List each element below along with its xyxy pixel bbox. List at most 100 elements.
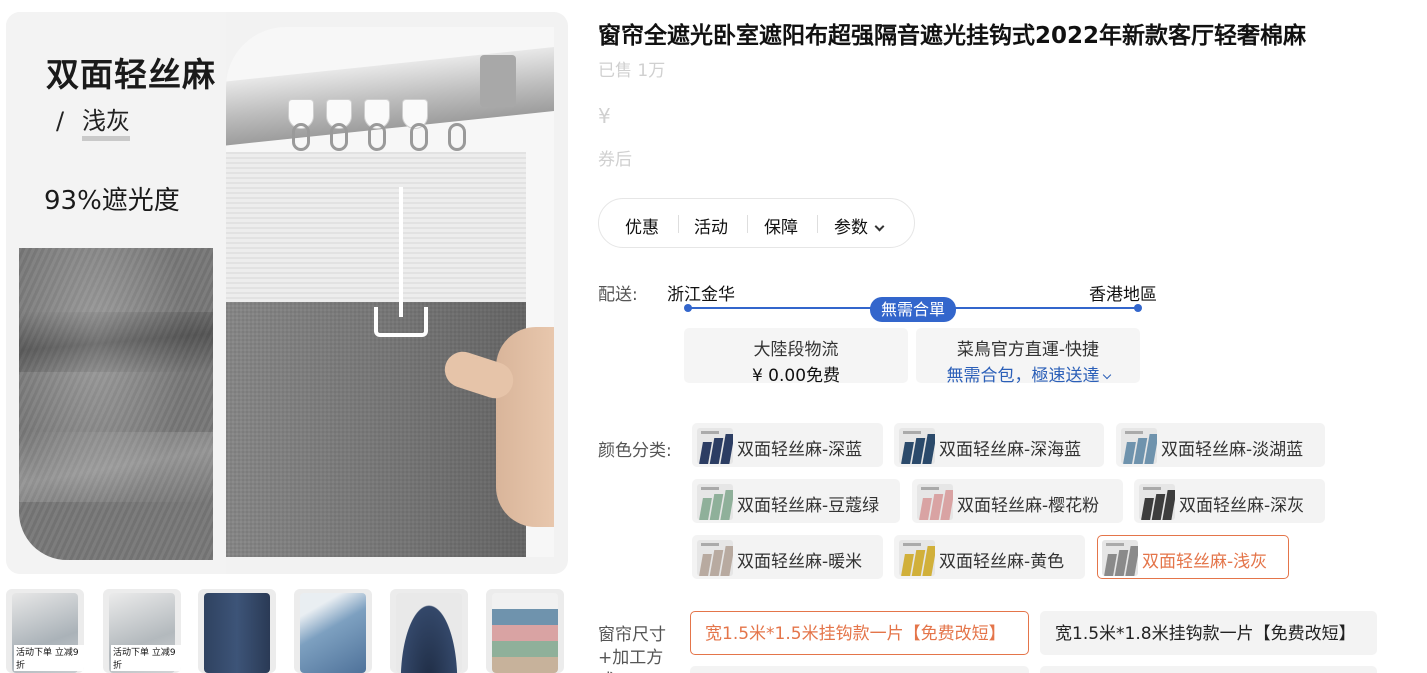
color-option-1[interactable]: 双面轻丝麻-深蓝: [692, 423, 883, 467]
fabric-fold-highlight: [19, 432, 213, 502]
cainiao-direct-title: 菜鳥官方直運-快捷: [956, 340, 1100, 360]
fabric-swatch-image: [19, 248, 213, 560]
hero-shading-rate: 93%遮光度: [44, 186, 180, 216]
swatch-header-mark: [903, 431, 921, 434]
color-option-label: 双面轻丝麻-深灰: [1179, 496, 1305, 516]
cainiao-direct-box[interactable]: 菜鳥官方直運-快捷 無需合包，極速送達: [916, 328, 1140, 386]
tab-params-label: 参数: [834, 218, 868, 238]
swatch-header-mark: [903, 543, 921, 546]
thumbnail-image: [300, 593, 366, 673]
thumbnail-6[interactable]: [486, 589, 564, 673]
hero-title: 双面轻丝麻: [46, 55, 216, 94]
color-option-3[interactable]: 双面轻丝麻-淡湖蓝: [1116, 423, 1325, 467]
hero-slash: /: [56, 107, 65, 135]
thumbnail-caption: 活动下单 立减9折: [14, 645, 84, 671]
color-swatch-thumb: [697, 484, 733, 520]
thumbnail-image: [204, 593, 270, 673]
color-option-label: 双面轻丝麻-深海蓝: [939, 440, 1082, 460]
color-option-label: 双面轻丝麻-豆蔻绿: [737, 496, 880, 516]
product-title: 窗帘全遮光卧室遮阳布超强隔音遮光挂钩式2022年新款客厅轻奢棉麻: [598, 23, 1307, 49]
hero-color-name: 浅灰: [82, 106, 130, 141]
route-end-dot: [1134, 304, 1142, 312]
color-option-5[interactable]: 双面轻丝麻-樱花粉: [912, 479, 1123, 523]
info-tabs: 优惠 活动 保障 参数: [598, 198, 915, 248]
thumbnail-caption: 活动下单 立减9折: [111, 645, 181, 671]
hook-ring: [368, 123, 386, 151]
color-option-label: 双面轻丝麻-淡湖蓝: [1161, 440, 1304, 460]
color-option-4[interactable]: 双面轻丝麻-豆蔻绿: [692, 479, 900, 523]
thumbnail-2[interactable]: 活动下单 立减9折: [103, 589, 181, 673]
cainiao-direct-detail[interactable]: 無需合包，極速送達: [916, 361, 1140, 386]
tab-discounts[interactable]: 优惠: [625, 213, 659, 238]
swatch-header-mark: [701, 487, 719, 490]
tab-activities[interactable]: 活动: [694, 213, 728, 238]
color-option-label: 双面轻丝麻-暖米: [737, 552, 863, 572]
size-option-3[interactable]: [690, 666, 1029, 673]
size-label-line1: 窗帘尺寸: [598, 625, 666, 645]
mainland-logistics-box: 大陸段物流 ¥ 0.00免费: [684, 328, 908, 386]
color-swatch-thumb: [697, 540, 733, 576]
hook-ring: [330, 123, 348, 151]
size-label-line2: +加工方: [598, 648, 664, 668]
thumbnail-4[interactable]: [294, 589, 372, 673]
color-option-8[interactable]: 双面轻丝麻-黄色: [894, 535, 1085, 579]
color-option-label: 双面轻丝麻-深蓝: [737, 440, 863, 460]
curtain-rail-end: [480, 55, 516, 107]
color-option-9[interactable]: 双面轻丝麻-浅灰: [1097, 535, 1289, 579]
color-swatch-thumb: [697, 428, 733, 464]
color-option-label: 双面轻丝麻-黄色: [939, 552, 1065, 572]
curtain-fabric: [226, 302, 526, 557]
thumbnail-image: [396, 593, 462, 673]
swatch-header-mark: [1143, 487, 1161, 490]
thumbnail-strip: 活动下单 立减9折 活动下单 立减9折: [6, 589, 568, 673]
main-product-image[interactable]: 双面轻丝麻 / 浅灰 93%遮光度: [6, 12, 568, 574]
fabric-fold-shadow: [19, 312, 213, 372]
ship-destination: 香港地區: [1089, 285, 1157, 305]
coupon-price-faded: 券后: [598, 150, 632, 170]
color-swatch-thumb: [1102, 540, 1138, 576]
shipping-label: 配送:: [598, 285, 638, 305]
color-swatch-thumb: [1139, 484, 1175, 520]
thumbnail-3[interactable]: [198, 589, 276, 673]
curtain-hook-base: [374, 307, 428, 337]
size-option-2[interactable]: 宽1.5米*1.8米挂钩款一片【免费改短】: [1040, 611, 1377, 655]
size-label: 窗帘尺寸 +加工方 式: [598, 624, 666, 673]
mainland-logistics-title: 大陸段物流: [753, 340, 839, 360]
hook-ring: [410, 123, 428, 151]
chevron-down-icon: [1102, 370, 1111, 380]
color-swatch-thumb: [899, 540, 935, 576]
tab-guarantee[interactable]: 保障: [764, 213, 798, 238]
color-option-label: 双面轻丝麻-浅灰: [1142, 552, 1268, 572]
color-label: 颜色分类:: [598, 441, 672, 461]
color-option-6[interactable]: 双面轻丝麻-深灰: [1134, 479, 1325, 523]
cainiao-direct-detail-text: 無需合包，極速送達: [946, 366, 1100, 386]
route-start-dot: [684, 304, 692, 312]
tab-params[interactable]: 参数: [834, 213, 885, 238]
sales-count-faded: 已售 1万: [598, 61, 666, 81]
tab-divider: [817, 215, 818, 233]
hook-ring: [448, 123, 466, 151]
hook-ring: [292, 123, 310, 151]
tab-divider: [678, 215, 679, 233]
thumbnail-5[interactable]: [390, 589, 468, 673]
thumbnail-1[interactable]: 活动下单 立减9折: [6, 589, 84, 673]
swatch-header-mark: [701, 431, 719, 434]
color-option-2[interactable]: 双面轻丝麻-深海蓝: [894, 423, 1104, 467]
swatch-header-mark: [921, 487, 939, 490]
price-faded: ¥: [598, 104, 611, 128]
color-option-label: 双面轻丝麻-樱花粉: [957, 496, 1100, 516]
size-option-1[interactable]: 宽1.5米*1.5米挂钩款一片【免费改短】: [690, 611, 1029, 655]
hand-image: [496, 327, 554, 527]
tab-divider: [747, 215, 748, 233]
no-merge-badge: 無需合單: [870, 297, 956, 322]
thumbnail-image: [492, 593, 558, 673]
curtain-hook-stem: [399, 187, 403, 317]
size-option-4[interactable]: [1040, 666, 1377, 673]
swatch-header-mark: [1125, 431, 1143, 434]
color-swatch-thumb: [917, 484, 953, 520]
mainland-logistics-fee: ¥ 0.00免费: [751, 366, 841, 386]
curtain-hook-image: [226, 27, 554, 557]
color-option-7[interactable]: 双面轻丝麻-暖米: [692, 535, 883, 579]
color-swatch-thumb: [1121, 428, 1157, 464]
swatch-header-mark: [701, 543, 719, 546]
